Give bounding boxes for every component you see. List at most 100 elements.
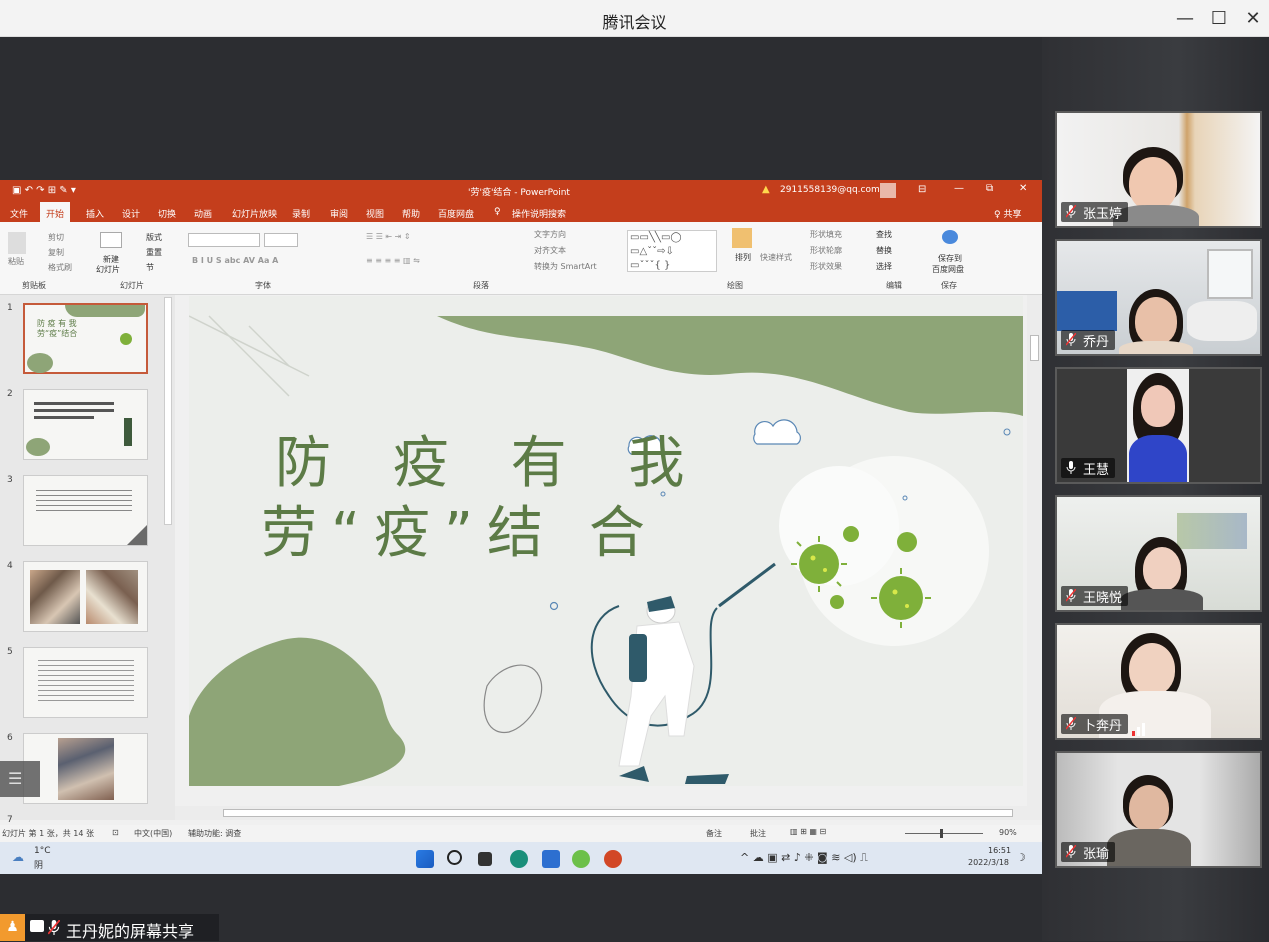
- notes-button[interactable]: 备注: [706, 828, 722, 839]
- participant-tile[interactable]: 张瑜: [1055, 751, 1262, 868]
- ppt-close-button[interactable]: ✕: [1019, 183, 1027, 194]
- list-buttons[interactable]: ☰ ☰ ⇤ ⇥ ⇕: [366, 232, 411, 241]
- account-label[interactable]: 2911558139@qq.com: [780, 185, 880, 195]
- participant-tile[interactable]: 张玉婷: [1055, 111, 1262, 228]
- align-text-button[interactable]: 对齐文本: [534, 245, 566, 256]
- language-label[interactable]: 中文(中国): [134, 828, 172, 839]
- ppt-minimize-button[interactable]: —: [954, 183, 964, 194]
- view-buttons[interactable]: ▥ ⊞ ▦ ⊟: [790, 827, 826, 836]
- notes-icon[interactable]: ⊡: [112, 828, 119, 837]
- paste-icon[interactable]: [8, 232, 26, 254]
- font-size-select[interactable]: [264, 233, 298, 247]
- copy-button[interactable]: 复制: [48, 247, 64, 258]
- text-direction-button[interactable]: 文字方向: [534, 229, 566, 240]
- participant-tile[interactable]: 王晓悦: [1055, 495, 1262, 612]
- shapes-gallery[interactable]: ▭▭╲╲▭◯ ▭△ˇˇ⇨⇩ ▭ˇˇˇ{ }: [627, 230, 717, 272]
- quick-styles-button[interactable]: 快速样式: [760, 252, 792, 263]
- shape-effects-button[interactable]: 形状效果: [810, 261, 842, 272]
- tab-view[interactable]: 视图: [366, 207, 384, 220]
- tray-icons[interactable]: ^ ☁ ▣ ⇄ ♪ ⁜ ◙ ≋ ◁) ⎍: [740, 851, 868, 865]
- baidu-cloud-icon[interactable]: [942, 230, 958, 244]
- align-buttons[interactable]: ≡ ≡ ≡ ≡ ▥ ⇋: [366, 256, 420, 265]
- photos-icon[interactable]: [542, 850, 560, 868]
- slide-thumbnail-1[interactable]: 防 疫 有 我劳“疫”结合: [23, 303, 148, 374]
- zoom-slider[interactable]: [905, 833, 983, 834]
- list-toggle-icon[interactable]: ☰: [0, 761, 40, 797]
- mic-muted-icon: [1066, 845, 1076, 858]
- arrange-icon[interactable]: [732, 228, 752, 248]
- vertical-scrollbar[interactable]: [1027, 295, 1042, 820]
- tab-file[interactable]: 文件: [10, 207, 28, 220]
- tab-insert[interactable]: 插入: [86, 207, 104, 220]
- clock-date: 2022/3/18: [968, 858, 1010, 867]
- powerpoint-icon[interactable]: [604, 850, 622, 868]
- edge-icon[interactable]: [510, 850, 528, 868]
- slide-thumbnail-3[interactable]: [23, 475, 148, 546]
- font-family-select[interactable]: [188, 233, 260, 247]
- thumb-scrollbar[interactable]: [164, 297, 172, 525]
- participant-name: 王晓悦: [1061, 586, 1129, 606]
- save-baidu-button[interactable]: 保存到: [938, 253, 962, 264]
- mic-muted-icon: [1066, 717, 1076, 730]
- comments-button[interactable]: 批注: [750, 828, 766, 839]
- search-icon[interactable]: [447, 850, 462, 865]
- participant-tile[interactable]: 卜奔丹: [1055, 623, 1262, 740]
- tab-design[interactable]: 设计: [122, 207, 140, 220]
- tab-help[interactable]: 帮助: [402, 207, 420, 220]
- tab-slideshow[interactable]: 幻灯片放映: [232, 207, 277, 220]
- select-button[interactable]: 选择: [876, 261, 892, 272]
- slide-canvas[interactable]: 防 疫 有 我 劳“疫”结 合: [189, 296, 1023, 786]
- tab-home[interactable]: 开始: [40, 202, 71, 222]
- avatar[interactable]: [880, 183, 896, 198]
- new-slide-icon[interactable]: [100, 232, 122, 248]
- start-icon[interactable]: [416, 850, 434, 868]
- slide-thumbnail-6[interactable]: [23, 733, 148, 804]
- participant-tile[interactable]: 乔丹: [1055, 239, 1262, 356]
- taskview-icon[interactable]: [478, 852, 492, 866]
- wechat-icon[interactable]: [572, 850, 590, 868]
- share-button[interactable]: ♀ 共享: [994, 207, 1021, 220]
- layout-button[interactable]: 版式: [146, 232, 162, 243]
- tab-animations[interactable]: 动画: [194, 207, 212, 220]
- section-button[interactable]: 节: [146, 262, 154, 273]
- participant-tile[interactable]: 王慧: [1055, 367, 1262, 484]
- save-icon[interactable]: ▣ ↶ ↷ ⊞ ✎ ▾: [12, 185, 76, 196]
- arrange-button[interactable]: 排列: [735, 252, 751, 263]
- tab-review[interactable]: 审阅: [330, 207, 348, 220]
- thumb-number: 4: [7, 561, 13, 571]
- tab-transitions[interactable]: 切换: [158, 207, 176, 220]
- horizontal-scrollbar[interactable]: [175, 806, 1027, 820]
- participant-name: 张瑜: [1061, 842, 1116, 862]
- zoom-level[interactable]: 90%: [999, 828, 1017, 837]
- reset-button[interactable]: 重置: [146, 247, 162, 258]
- shared-screen-area: ▣ ↶ ↷ ⊞ ✎ ▾ '劳'疫'结合 - PowerPoint ▲ 29115…: [0, 37, 1042, 941]
- person-icon[interactable]: ♟: [0, 914, 25, 941]
- mic-icon: [1066, 461, 1076, 474]
- shape-outline-button[interactable]: 形状轮廓: [810, 245, 842, 256]
- accessibility-label[interactable]: 辅助功能: 调查: [188, 828, 241, 839]
- cut-button[interactable]: 剪切: [48, 232, 64, 243]
- slide-thumbnail-2[interactable]: [23, 389, 148, 460]
- shape-fill-button[interactable]: 形状填充: [810, 229, 842, 240]
- tab-baidu[interactable]: 百度网盘: [438, 207, 474, 220]
- replace-button[interactable]: 替换: [876, 245, 892, 256]
- minimize-button[interactable]: —: [1173, 7, 1197, 31]
- zoom-thumb[interactable]: [940, 829, 943, 838]
- smartart-button[interactable]: 转换为 SmartArt: [534, 261, 597, 272]
- find-button[interactable]: 查找: [876, 229, 892, 240]
- font-style-buttons[interactable]: B I U S abc AV Aa A: [192, 256, 278, 265]
- slide-thumbnail-4[interactable]: [23, 561, 148, 632]
- tell-me-search[interactable]: 操作说明搜索: [512, 207, 566, 220]
- weather: 阴: [34, 861, 44, 871]
- format-painter-button[interactable]: 格式刷: [48, 262, 72, 273]
- weather-icon[interactable]: ☁: [12, 850, 24, 864]
- close-button[interactable]: ✕: [1241, 7, 1265, 31]
- ppt-restore-button[interactable]: ⧉: [986, 183, 993, 194]
- tab-record[interactable]: 录制: [292, 207, 310, 220]
- paste-button[interactable]: 粘贴: [8, 256, 24, 267]
- maximize-button[interactable]: ☐: [1207, 7, 1231, 31]
- mic-muted-icon: [1066, 333, 1076, 346]
- slide-thumbnail-5[interactable]: [23, 647, 148, 718]
- ribbon-display-icon[interactable]: ⊟: [918, 184, 926, 195]
- notification-icon[interactable]: ☽: [1016, 851, 1026, 864]
